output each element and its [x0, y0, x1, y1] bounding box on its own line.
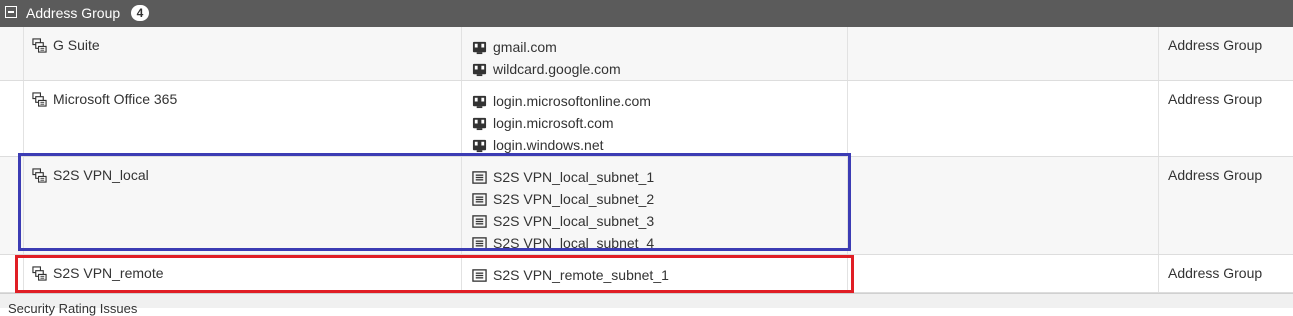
table-row[interactable]: S2S VPN_local S2S VPN_local_subnet_1 S2S…	[0, 157, 1293, 255]
count-badge: 4	[131, 5, 149, 21]
member-label: S2S VPN_local_subnet_4	[493, 235, 655, 251]
fqdn-icon	[472, 139, 487, 152]
collapse-icon[interactable]	[5, 6, 17, 18]
member-label: S2S VPN_local_subnet_2	[493, 191, 655, 207]
subnet-icon	[472, 268, 487, 282]
member-item[interactable]: S2S VPN_local_subnet_1	[472, 166, 654, 188]
type-cell: Address Group	[1168, 167, 1263, 183]
table-row[interactable]: S2S VPN_remote S2S VPN_remote_subnet_1 A…	[0, 255, 1293, 293]
member-label: wildcard.google.com	[493, 61, 621, 77]
address-group-table: G Suite gmail.com wildcard.google.com Ad…	[0, 27, 1293, 293]
member-item[interactable]: login.windows.net	[472, 134, 651, 156]
group-name-cell: G Suite	[32, 36, 100, 54]
type-cell: Address Group	[1168, 265, 1263, 281]
table-row[interactable]: Microsoft Office 365 login.microsoftonli…	[0, 81, 1293, 157]
subnet-icon	[472, 236, 487, 250]
member-item[interactable]: wildcard.google.com	[472, 58, 621, 80]
footer-label: Security Rating Issues	[8, 301, 138, 316]
group-name-cell: Microsoft Office 365	[32, 90, 177, 108]
group-name-cell: S2S VPN_remote	[32, 264, 164, 282]
subnet-icon	[472, 214, 487, 228]
member-item[interactable]: S2S VPN_remote_subnet_1	[472, 264, 669, 286]
members-cell: S2S VPN_remote_subnet_1	[472, 264, 669, 286]
group-name[interactable]: G Suite	[53, 36, 100, 54]
member-item[interactable]: login.microsoftonline.com	[472, 90, 651, 112]
subnet-icon	[472, 170, 487, 184]
member-label: login.microsoftonline.com	[493, 93, 651, 109]
members-cell: gmail.com wildcard.google.com	[472, 36, 621, 80]
type-cell: Address Group	[1168, 91, 1263, 107]
group-name[interactable]: S2S VPN_local	[53, 166, 149, 184]
member-label: S2S VPN_local_subnet_3	[493, 213, 655, 229]
address-group-icon	[32, 167, 47, 183]
member-label: login.windows.net	[493, 137, 604, 153]
members-cell: S2S VPN_local_subnet_1 S2S VPN_local_sub…	[472, 166, 654, 254]
address-group-icon	[32, 265, 47, 281]
type-cell: Address Group	[1168, 37, 1263, 53]
member-item[interactable]: S2S VPN_local_subnet_4	[472, 232, 654, 254]
member-label: S2S VPN_remote_subnet_1	[493, 267, 669, 283]
group-name[interactable]: Microsoft Office 365	[53, 90, 177, 108]
fqdn-icon	[472, 63, 487, 76]
group-name[interactable]: S2S VPN_remote	[53, 264, 164, 282]
subnet-icon	[472, 192, 487, 206]
fqdn-icon	[472, 95, 487, 108]
member-label: gmail.com	[493, 39, 557, 55]
member-item[interactable]: login.microsoft.com	[472, 112, 651, 134]
table-row[interactable]: G Suite gmail.com wildcard.google.com Ad…	[0, 27, 1293, 81]
next-section-row[interactable]: Security Rating Issues	[0, 293, 1293, 316]
address-group-icon	[32, 91, 47, 107]
address-group-icon	[32, 37, 47, 53]
fqdn-icon	[472, 117, 487, 130]
address-group-header[interactable]: Address Group 4	[0, 0, 1293, 27]
fqdn-icon	[472, 41, 487, 54]
group-title: Address Group	[26, 5, 121, 21]
member-item[interactable]: gmail.com	[472, 36, 621, 58]
group-name-cell: S2S VPN_local	[32, 166, 149, 184]
member-item[interactable]: S2S VPN_local_subnet_2	[472, 188, 654, 210]
member-label: login.microsoft.com	[493, 115, 614, 131]
member-item[interactable]: S2S VPN_local_subnet_3	[472, 210, 654, 232]
members-cell: login.microsoftonline.com login.microsof…	[472, 90, 651, 156]
member-label: S2S VPN_local_subnet_1	[493, 169, 655, 185]
